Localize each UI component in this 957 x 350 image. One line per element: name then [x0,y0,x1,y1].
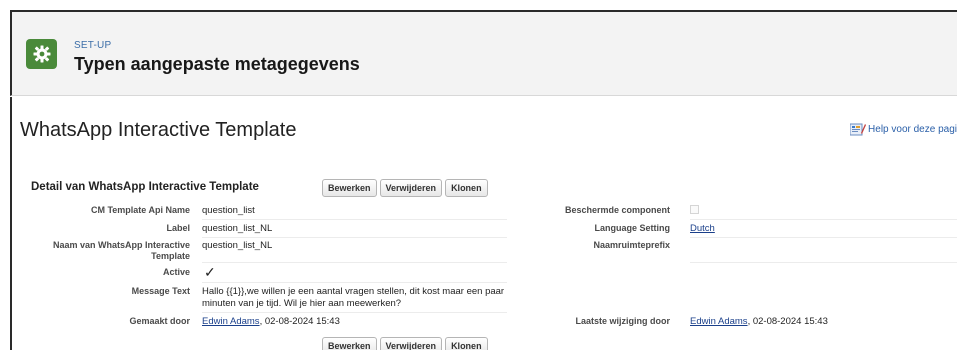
row-divider [202,237,507,238]
window-left-margin [0,0,10,350]
protected-component-label: Beschermde component [564,205,670,215]
created-by-label: Gemaakt door [129,316,190,326]
modified-by-user-link[interactable]: Edwin Adams [690,316,748,327]
row-divider [202,262,507,263]
created-by-user-link[interactable]: Edwin Adams [202,316,260,327]
api-name-value: question_list [202,205,255,216]
row-divider [202,312,507,313]
delete-button[interactable]: Verwijderen [379,179,443,197]
edit-button-bottom[interactable]: Bewerken [322,337,377,350]
clone-button[interactable]: Klonen [445,179,488,197]
last-modified-value: Edwin Adams, 02-08-2024 15:43 [690,316,828,328]
clone-button-bottom[interactable]: Klonen [445,337,488,350]
setup-header: SET-UP Typen aangepaste metagegevens [10,10,957,96]
active-label: Active [162,267,190,277]
page-title: WhatsApp Interactive Template [20,119,297,141]
created-date: , 02-08-2024 15:43 [259,316,340,327]
language-setting-label: Language Setting [594,223,670,233]
protected-checkbox [690,205,699,214]
detail-section-title: Detail van WhatsApp Interactive Template [31,181,259,193]
help-link-label: Help voor deze pagi [868,124,957,135]
label-label: Label [166,223,190,233]
message-text-value: Hallo {{1}},we willen je een aantal vrag… [202,286,505,309]
help-link[interactable]: Help voor deze pagi [849,123,957,136]
row-divider [690,219,957,220]
template-name-label: Naam van WhatsApp Interactive Template [52,240,190,261]
window-top-margin [0,0,957,10]
protected-component-value [690,205,699,218]
edit-button[interactable]: Bewerken [322,179,377,197]
row-divider [690,237,957,238]
row-divider [690,262,957,263]
last-modified-label: Laatste wijziging door [575,316,670,326]
message-text-label: Message Text [131,286,190,296]
namespace-prefix-label: Naamruimteprefix [593,240,670,250]
api-name-label: CM Template Api Name [90,205,190,215]
active-checkmark-icon: ✓ [204,264,216,280]
row-divider [202,219,507,220]
detail-buttons-top: Bewerken Verwijderen Klonen [322,179,488,197]
modified-date: , 02-08-2024 15:43 [747,316,828,327]
row-divider [202,282,507,283]
label-value: question_list_NL [202,223,273,234]
detail-buttons-bottom: Bewerken Verwijderen Klonen [322,337,488,350]
delete-button-bottom[interactable]: Verwijderen [379,337,443,350]
help-icon [849,123,867,136]
language-setting-value: Dutch [690,223,715,235]
template-name-value: question_list_NL [202,240,273,251]
setup-eyebrow: SET-UP [74,40,112,51]
created-by-value: Edwin Adams, 02-08-2024 15:43 [202,316,340,328]
gear-icon [26,39,57,69]
language-setting-link[interactable]: Dutch [690,223,715,234]
page-header-title: Typen aangepaste metagegevens [74,54,360,74]
detail-page: WhatsApp Interactive Template Help voor … [10,97,957,350]
